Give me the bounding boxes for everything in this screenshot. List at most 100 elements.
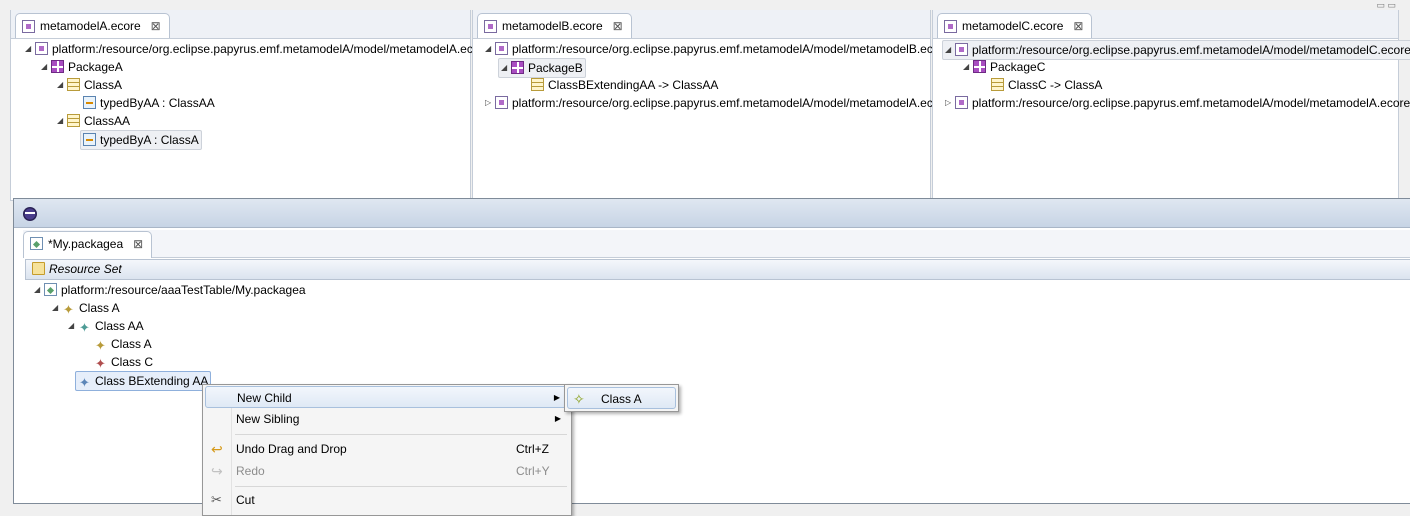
tree-label: ClassAA <box>84 114 131 128</box>
tree-label: ClassBExtendingAA -> ClassAA <box>548 78 719 92</box>
tab-label: metamodelB.ecore <box>502 19 603 33</box>
menu-item-label: Undo Drag and Drop <box>236 442 347 456</box>
menu-item-label: New Sibling <box>236 412 300 426</box>
tree-label: PackageB <box>528 61 583 75</box>
tab-metamodel-c[interactable]: metamodelC.ecore ⊠ <box>937 13 1093 38</box>
package-icon <box>51 60 64 73</box>
expand-arrow-icon[interactable]: ◢ <box>34 281 44 299</box>
tree-row[interactable]: ◢ platform:/resource/org.eclipse.papyrus.… <box>25 40 490 58</box>
tree-row[interactable]: ClassC -> ClassA <box>991 76 1102 94</box>
expand-arrow-icon[interactable]: ◢ <box>25 40 35 58</box>
menu-item-new-sibling[interactable]: New Sibling ▶ <box>205 408 569 430</box>
class-c-icon: ✦ <box>95 356 106 371</box>
undo-icon: ↩ <box>211 441 223 457</box>
menu-item-redo[interactable]: ↪ Redo Ctrl+Y <box>205 460 569 482</box>
collapsed-arrow-icon[interactable]: ▷ <box>945 94 955 112</box>
menu-item-label: Redo <box>236 464 265 478</box>
editor-pane-metamodel-c: metamodelC.ecore ⊠ ◢ platform:/resource/o… <box>932 10 1410 201</box>
tree-row-selected[interactable]: ◢ platform:/resource/org.eclipse.papyrus.… <box>942 40 1410 60</box>
tree-row[interactable]: ◢ platform:/resource/org.eclipse.papyrus.… <box>485 40 950 58</box>
tree-row[interactable]: ◢ ✦ Class AA <box>68 317 144 335</box>
menu-item-shortcut: Ctrl+Z <box>516 442 549 456</box>
tab-metamodel-b[interactable]: metamodelB.ecore ⊠ <box>477 13 632 38</box>
class-a-icon: ✦ <box>95 338 106 353</box>
expand-arrow-icon[interactable]: ◢ <box>68 317 78 335</box>
tree-row-selected[interactable]: typedByA : ClassA <box>80 130 202 150</box>
close-icon[interactable]: ⊠ <box>133 232 143 256</box>
class-aa-icon: ✦ <box>79 320 90 335</box>
tree-row[interactable]: ▷ platform:/resource/org.eclipse.papyrus.… <box>945 94 1410 112</box>
collapsed-arrow-icon[interactable]: ▷ <box>485 94 495 112</box>
expand-arrow-icon[interactable]: ◢ <box>501 59 511 77</box>
tree-label: platform:/resource/org.eclipse.papyrus.e… <box>52 42 491 56</box>
submenu-item-class-a[interactable]: ✧ Class A <box>567 387 676 409</box>
tree-label: platform:/resource/org.eclipse.papyrus.e… <box>512 42 951 56</box>
class-b-icon: ✦ <box>79 375 90 390</box>
tree-row[interactable]: ◢ platform:/resource/aaaTestTable/My.pack… <box>34 281 306 299</box>
menu-item-shortcut: Ctrl+Y <box>516 464 550 478</box>
menu-separator <box>235 434 567 435</box>
tree-label: platform:/resource/org.eclipse.papyrus.e… <box>972 43 1410 57</box>
tree-row[interactable]: ✦ Class C <box>94 353 153 371</box>
menu-item-label: New Child <box>237 391 292 405</box>
ecore-document-icon <box>495 96 508 109</box>
package-icon <box>973 60 986 73</box>
ecore-document-icon <box>955 43 968 56</box>
menu-item-label: Class A <box>601 392 642 406</box>
expand-arrow-icon[interactable]: ◢ <box>41 58 51 76</box>
tree-label: Class C <box>111 355 154 369</box>
tree-label: platform:/resource/org.eclipse.papyrus.e… <box>972 96 1410 110</box>
submenu-arrow-icon: ▶ <box>554 414 561 423</box>
reference-icon <box>83 133 96 146</box>
editor-pane-metamodel-a: metamodelA.ecore ⊠ ◢ platform:/resource/o… <box>10 10 490 201</box>
ecore-document-icon <box>22 20 35 33</box>
menu-item-new-child[interactable]: New Child ▶ <box>205 386 569 408</box>
tree-row[interactable]: ◢ ClassA <box>57 76 122 94</box>
menu-item-cut[interactable]: ✂ Cut <box>205 489 569 511</box>
ecore-document-icon <box>484 20 497 33</box>
tab-my-packagea[interactable]: *My.packagea ⊠ <box>23 231 153 258</box>
expand-arrow-icon[interactable]: ◢ <box>52 299 62 317</box>
tree-row[interactable]: ClassBExtendingAA -> ClassAA <box>531 76 718 94</box>
ecore-document-icon <box>944 20 957 33</box>
window-controls[interactable]: ▭ ▭ <box>1376 0 1396 11</box>
tree-row[interactable]: ✦ Class A <box>94 335 152 353</box>
cut-icon: ✂ <box>211 492 222 507</box>
window-title-bar[interactable] <box>14 199 1410 228</box>
editor-pane-metamodel-b: metamodelB.ecore ⊠ ◢ platform:/resource/o… <box>472 10 950 201</box>
close-icon[interactable]: ⊠ <box>1073 14 1083 38</box>
tree-row[interactable]: ◢ PackageA <box>41 58 123 76</box>
tree-row[interactable]: ◢ PackageC <box>963 58 1045 76</box>
tree-row[interactable]: ◢ ClassAA <box>57 112 130 130</box>
tree-label: ClassA <box>84 78 123 92</box>
tab-bar: *My.packagea ⊠ <box>23 230 1410 258</box>
resource-set-label: Resource Set <box>49 262 122 276</box>
tree-label: typedByAA : ClassAA <box>100 96 215 110</box>
expand-arrow-icon[interactable]: ◢ <box>963 58 973 76</box>
eclipse-icon <box>23 207 37 221</box>
expand-arrow-icon[interactable]: ◢ <box>945 41 955 59</box>
tab-metamodel-a[interactable]: metamodelA.ecore ⊠ <box>15 13 170 38</box>
expand-arrow-icon[interactable]: ◢ <box>57 76 67 94</box>
context-menu: New Child ▶ New Sibling ▶ ↩ Undo Drag an… <box>202 384 572 516</box>
expand-arrow-icon[interactable]: ◢ <box>485 40 495 58</box>
model-file-icon <box>30 237 43 250</box>
expand-arrow-icon[interactable]: ◢ <box>57 112 67 130</box>
close-icon[interactable]: ⊠ <box>613 14 623 38</box>
redo-icon: ↪ <box>211 463 223 479</box>
tree-label: Class A <box>79 301 120 315</box>
tab-label: metamodelC.ecore <box>962 19 1064 33</box>
class-icon <box>67 114 80 127</box>
close-icon[interactable]: ⊠ <box>151 14 161 38</box>
tree-label: PackageA <box>68 60 123 74</box>
tree-row[interactable]: typedByAA : ClassAA <box>83 94 215 112</box>
tree-row-selected[interactable]: ◢ PackageB <box>498 58 586 78</box>
tree-label: ClassC -> ClassA <box>1008 78 1103 92</box>
tree-row-selected[interactable]: ✦ Class BExtending AA <box>75 371 212 391</box>
model-file-icon <box>44 283 57 296</box>
ecore-document-icon <box>35 42 48 55</box>
submenu-arrow-icon: ▶ <box>553 393 560 402</box>
tree-row[interactable]: ◢ ✦ Class A <box>52 299 120 317</box>
tree-row[interactable]: ▷ platform:/resource/org.eclipse.papyrus.… <box>485 94 950 112</box>
menu-item-undo[interactable]: ↩ Undo Drag and Drop Ctrl+Z <box>205 438 569 460</box>
